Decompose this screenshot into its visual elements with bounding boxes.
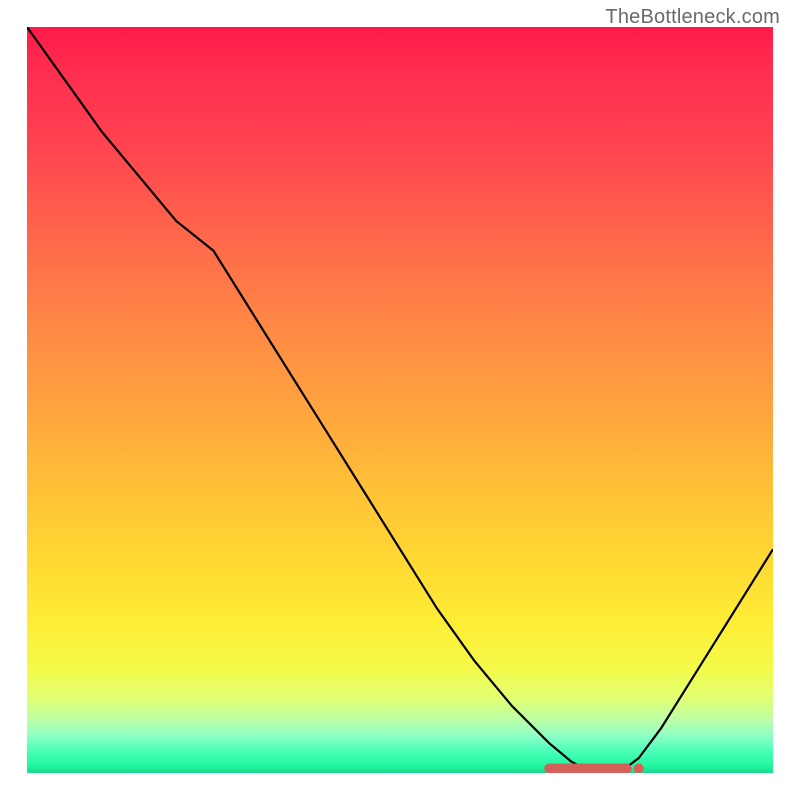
severity-gradient bbox=[27, 27, 773, 773]
watermark-text: TheBottleneck.com bbox=[605, 6, 780, 29]
chart-container bbox=[27, 27, 773, 773]
